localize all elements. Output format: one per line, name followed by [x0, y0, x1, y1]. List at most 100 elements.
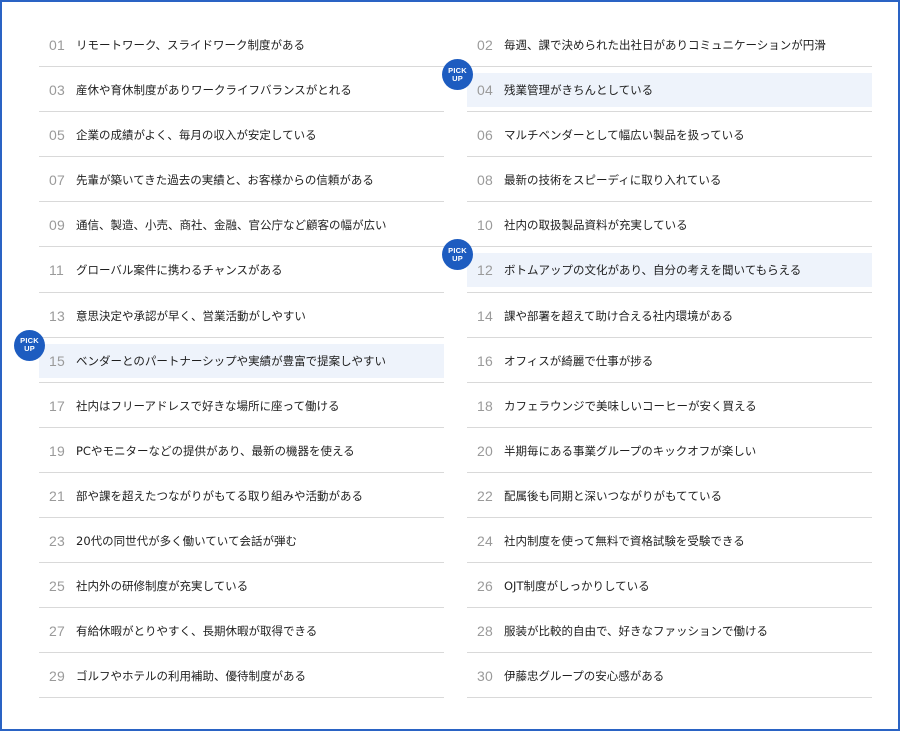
item-number: 28: [477, 623, 493, 640]
row-content: 26 OJT制度がしっかりしている: [467, 569, 872, 603]
row-content: 17 社内はフリーアドレスで好きな場所に座って働ける: [39, 389, 444, 423]
item-text: 半期毎にある事業グループのキックオフが楽しい: [504, 443, 757, 458]
item-number: 06: [477, 127, 493, 144]
list-frame: 01 リモートワーク、スライドワーク制度がある 03 産休や育休制度がありワークライフ…: [0, 0, 900, 731]
list-item: 26 OJT制度がしっかりしている: [467, 563, 872, 609]
item-text: 20代の同世代が多く働いていて会話が弾む: [76, 534, 297, 549]
item-number: 09: [49, 217, 65, 234]
list-item: 30 伊藤忠グループの安心感がある: [467, 653, 872, 699]
list-item: 18 カフェラウンジで美味しいコーヒーが安く買える: [467, 383, 872, 428]
pick-up-badge-line2: UP: [24, 344, 35, 354]
list-item: 13 意思決定や承認が早く、営業活動がしやすい: [39, 293, 444, 338]
item-number: 19: [49, 442, 65, 459]
pick-up-badge: PICK UP: [14, 329, 45, 361]
item-number: 25: [49, 578, 65, 595]
item-text: 社内の取扱製品資料が充実している: [504, 218, 688, 233]
pick-up-badge: PICK UP: [442, 59, 473, 91]
row-content: 03 産休や育休制度がありワークライフバランスがとれる: [39, 73, 444, 107]
item-text: 服装が比較的自由で、好きなファッションで働ける: [504, 624, 769, 639]
highlighted-row: 04 残業管理がきちんとしている: [467, 73, 872, 108]
row-content: 10 社内の取扱製品資料が充実している: [467, 208, 872, 242]
item-text: 企業の成績がよく、毎月の収入が安定している: [76, 128, 317, 143]
item-text: 配属後も同期と深いつながりがもてている: [504, 488, 723, 503]
row-content: 27 有給休暇がとりやすく、長期休暇が取得できる: [39, 614, 444, 648]
highlighted-row: 12 ボトムアップの文化があり、自分の考えを聞いてもらえる: [467, 253, 872, 288]
right-column: 02 毎週、課で決められた出社日がありコミュニケーションが円滑 04 残業管理がきちん…: [442, 22, 872, 699]
row-content: 09 通信、製造、小売、商社、金融、官公庁など顧客の幅が広い: [39, 208, 444, 242]
list-item: 23 20代の同世代が多く働いていて会話が弾む: [39, 518, 444, 564]
row-content: 08 最新の技術をスピーディに取り入れている: [467, 163, 872, 197]
item-text: 通信、製造、小売、商社、金融、官公庁など顧客の幅が広い: [76, 218, 387, 233]
item-number: 11: [49, 262, 64, 279]
list-item: 06 マルチベンダーとして幅広い製品を扱っている: [467, 112, 872, 158]
item-text: 産休や育休制度がありワークライフバランスがとれる: [76, 83, 352, 98]
item-text: 先輩が築いてきた過去の実績と、お客様からの信頼がある: [76, 173, 374, 188]
row-content: 19 PCやモニターなどの提供があり、最新の機器を使える: [39, 434, 444, 468]
list-item: 08 最新の技術をスピーディに取り入れている: [467, 157, 872, 203]
list-item: 03 産休や育休制度がありワークライフバランスがとれる: [39, 67, 444, 113]
row-content: 13 意思決定や承認が早く、営業活動がしやすい: [39, 299, 444, 333]
item-number: 20: [477, 442, 493, 459]
item-text: 毎週、課で決められた出社日がありコミュニケーションが円滑: [504, 38, 826, 52]
list-item: 14 課や部署を超えて助け合える社内環境がある: [467, 293, 872, 338]
list-item: 19 PCやモニターなどの提供があり、最新の機器を使える: [39, 428, 444, 473]
row-content: 16 オフィスが綺麗で仕事が捗る: [467, 344, 872, 378]
row-content: 07 先輩が築いてきた過去の実績と、お客様からの信頼がある: [39, 163, 444, 197]
item-number: 21: [49, 487, 65, 504]
item-number: 02: [477, 37, 493, 53]
list-item: 27 有給休暇がとりやすく、長期休暇が取得できる: [39, 608, 444, 654]
list-item: 11 グローバル案件に携わるチャンスがある: [39, 247, 444, 293]
list-item: 12 ボトムアップの文化があり、自分の考えを聞いてもらえる PICK UP: [442, 239, 872, 293]
item-number: 14: [477, 307, 493, 324]
item-number: 26: [477, 578, 493, 595]
item-number: 15: [49, 352, 65, 369]
highlighted-row: 15 ベンダーとのパートナーシップや実績が豊富で提案しやすい: [39, 343, 444, 378]
item-text: リモートワーク、スライドワーク制度がある: [76, 38, 305, 52]
pick-up-badge-line2: UP: [452, 253, 463, 263]
item-text: 社内外の研修制度が充実している: [76, 579, 249, 594]
item-number: 13: [49, 307, 65, 324]
item-number: 04: [477, 82, 493, 99]
row-content: 29 ゴルフやホテルの利用補助、優待制度がある: [39, 659, 444, 693]
item-text: 社内はフリーアドレスで好きな場所に座って働ける: [76, 398, 340, 413]
list-item: 17 社内はフリーアドレスで好きな場所に座って働ける: [39, 383, 444, 428]
item-text: オフィスが綺麗で仕事が捗る: [504, 353, 654, 368]
item-number: 18: [477, 397, 493, 414]
item-text: 社内制度を使って無料で資格試験を受験できる: [504, 534, 745, 549]
list-item: 21 部や課を超えたつながりがもてる取り組みや活動がある: [39, 473, 444, 519]
item-number: 27: [49, 623, 65, 640]
item-number: 22: [477, 487, 493, 504]
item-text: 意思決定や承認が早く、営業活動がしやすい: [76, 308, 306, 323]
item-number: 08: [477, 172, 493, 189]
row-content: 14 課や部署を超えて助け合える社内環境がある: [467, 299, 872, 333]
item-number: 29: [49, 668, 65, 685]
item-number: 30: [477, 668, 493, 685]
item-text: 残業管理がきちんとしている: [504, 83, 654, 98]
list-item: 02 毎週、課で決められた出社日がありコミュニケーションが円滑: [467, 22, 872, 68]
item-text: ゴルフやホテルの利用補助、優待制度がある: [76, 669, 306, 684]
row-content: 21 部や課を超えたつながりがもてる取り組みや活動がある: [39, 479, 444, 513]
item-text: PCやモニターなどの提供があり、最新の機器を使える: [76, 443, 355, 458]
item-number: 10: [477, 217, 493, 234]
item-number: 12: [477, 262, 493, 279]
item-number: 07: [49, 172, 65, 189]
row-content: 11 グローバル案件に携わるチャンスがある: [39, 253, 444, 287]
list-item: 22 配属後も同期と深いつながりがもてている: [467, 473, 872, 519]
item-text: 課や部署を超えて助け合える社内環境がある: [504, 308, 734, 323]
item-number: 24: [477, 533, 493, 550]
list-item: 04 残業管理がきちんとしている PICK UP: [442, 59, 872, 113]
list-item: 10 社内の取扱製品資料が充実している: [467, 202, 872, 248]
row-content: 02 毎週、課で決められた出社日がありコミュニケーションが円滑: [467, 28, 872, 62]
left-column: 01 リモートワーク、スライドワーク制度がある 03 産休や育休制度がありワークライフ…: [14, 22, 444, 699]
item-text: カフェラウンジで美味しいコーヒーが安く買える: [504, 398, 757, 413]
item-number: 17: [49, 397, 65, 414]
list-item: 20 半期毎にある事業グループのキックオフが楽しい: [467, 428, 872, 473]
list-item: 01 リモートワーク、スライドワーク制度がある: [39, 22, 444, 68]
list-item: 24 社内制度を使って無料で資格試験を受験できる: [467, 518, 872, 564]
item-number: 16: [477, 352, 493, 369]
row-content: 20 半期毎にある事業グループのキックオフが楽しい: [467, 434, 872, 468]
row-content: 05 企業の成績がよく、毎月の収入が安定している: [39, 118, 444, 152]
list-item: 28 服装が比較的自由で、好きなファッションで働ける: [467, 608, 872, 654]
list-item: 15 ベンダーとのパートナーシップや実績が豊富で提案しやすい PICK UP: [14, 329, 444, 383]
item-text: ボトムアップの文化があり、自分の考えを聞いてもらえる: [504, 263, 802, 278]
